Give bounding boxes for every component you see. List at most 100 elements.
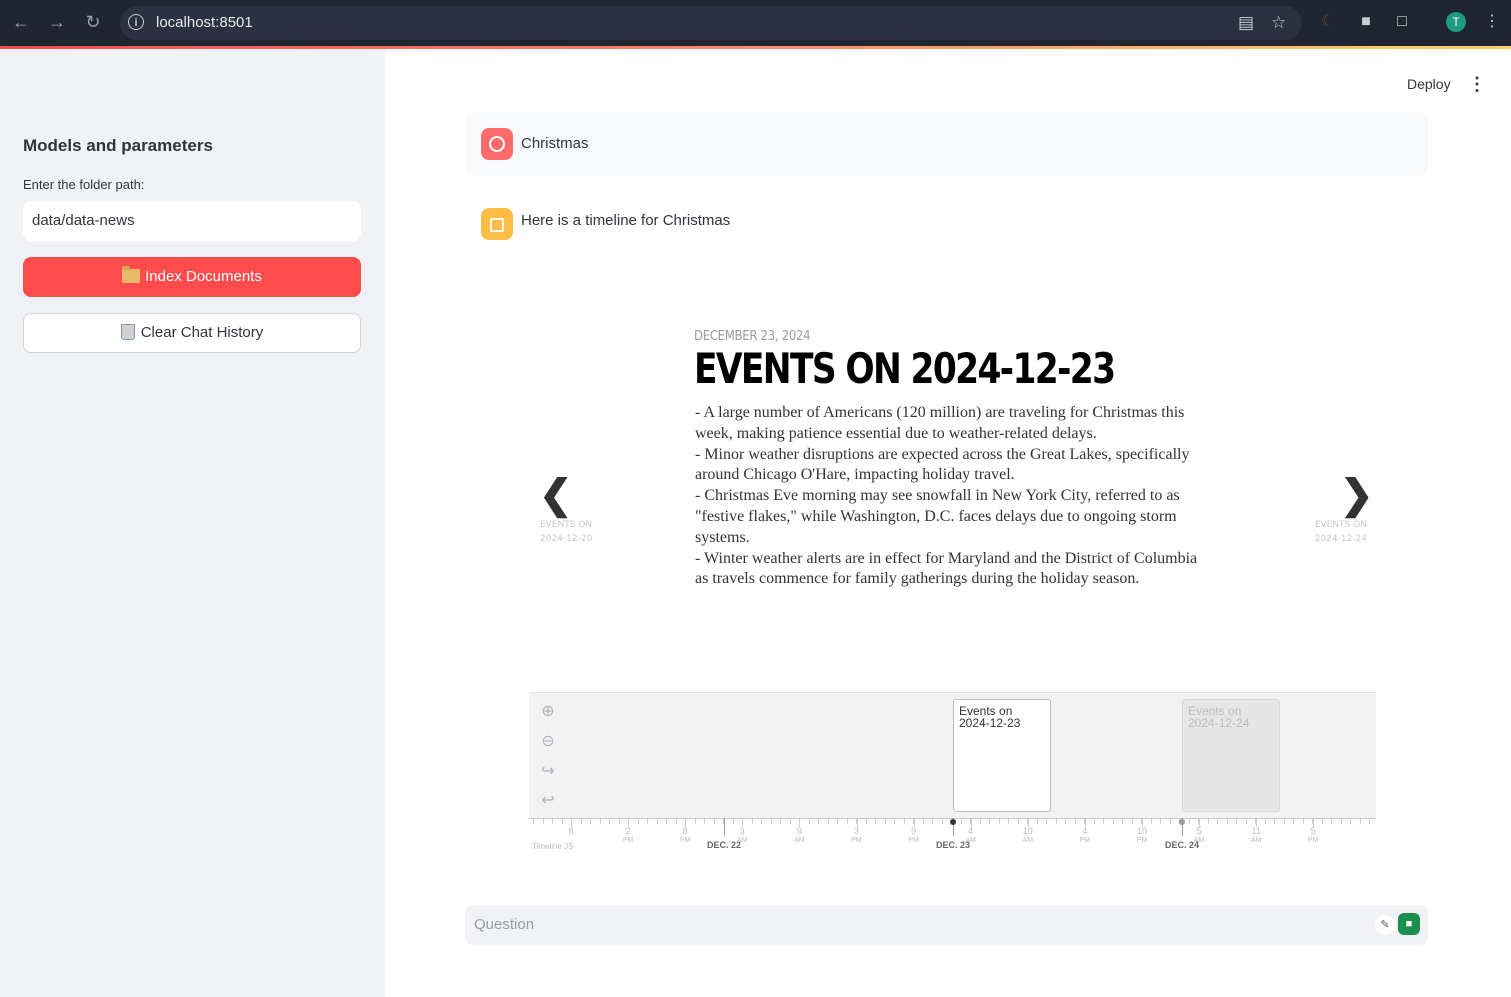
- axis-minor-tick: [1122, 818, 1123, 824]
- extension-moon-icon[interactable]: ☾: [1318, 12, 1338, 32]
- deploy-button[interactable]: Deploy: [1407, 76, 1451, 92]
- axis-minor-tick: [1074, 818, 1076, 824]
- reload-icon[interactable]: ↻: [81, 10, 105, 34]
- axis-tick-number: 10: [1136, 826, 1147, 836]
- folder-path-input[interactable]: data/data-news: [23, 201, 361, 241]
- zoom-in-icon[interactable]: ⊕: [538, 702, 558, 722]
- axis-minor-tick: [552, 818, 553, 824]
- axis-minor-tick: [1017, 818, 1019, 824]
- axis-minor-tick: [1046, 818, 1047, 824]
- axis-minor-tick: [932, 818, 933, 824]
- clear-chat-history-button[interactable]: Clear Chat History: [23, 313, 361, 353]
- bot-send-icon[interactable]: ■: [1398, 913, 1420, 935]
- sidebar-title: Models and parameters: [23, 136, 213, 155]
- axis-minor-tick: [941, 818, 943, 824]
- slide-body-item: - Winter weather alerts are in effect fo…: [695, 549, 1198, 588]
- axis-tick-label: 4 PM: [1075, 827, 1095, 845]
- axis-tick-number: 8: [682, 826, 688, 836]
- axis-day-label: DEC. 22: [706, 840, 741, 850]
- axis-tick-number: 8: [568, 826, 574, 836]
- axis-minor-tick: [1036, 818, 1038, 824]
- axis-tick-label: 10 PM: [1132, 827, 1152, 845]
- axis-minor-tick: [561, 818, 563, 824]
- forward-icon[interactable]: →: [45, 10, 69, 34]
- axis-tick-ampm: PM: [908, 837, 919, 844]
- timeline-axis: Timeline JS 8 2 PM 8 PM 3 AM 9 AM 3 PM 9 PM 4 AM 10 AM 4 P…: [529, 818, 1376, 850]
- axis-minor-tick: [894, 818, 895, 824]
- axis-tick-label: 10 AM: [1018, 827, 1038, 845]
- next-slide-icon[interactable]: ❯: [1340, 472, 1374, 518]
- profile-avatar[interactable]: T: [1446, 12, 1466, 32]
- axis-minor-tick: [865, 818, 867, 824]
- axis-tick-number: 10: [1022, 826, 1033, 836]
- axis-tick-ampm: AM: [794, 837, 805, 844]
- extension-icon[interactable]: ■: [1356, 12, 1376, 32]
- main-menu-icon[interactable]: ⋮: [1468, 74, 1486, 95]
- axis-tick-number: 9: [796, 826, 802, 836]
- index-documents-button[interactable]: Index Documents: [23, 257, 361, 297]
- axis-tick-label: 11 AM: [1246, 827, 1266, 845]
- axis-minor-tick: [666, 818, 667, 824]
- axis-tick-label: 5 PM: [1303, 827, 1323, 845]
- back-arrow-icon[interactable]: ↩: [538, 791, 558, 811]
- axis-minor-tick: [1008, 818, 1009, 824]
- axis-minor-tick: [656, 818, 658, 824]
- axis-tick-ampm: PM: [679, 837, 691, 844]
- axis-minor-tick: [1274, 818, 1275, 824]
- slide-body-item: - Christmas Eve morning may see snowfall…: [695, 487, 1180, 546]
- translate-icon[interactable]: ▤: [1238, 13, 1254, 33]
- assistant-message-text: Here is a timeline for Christmas: [521, 212, 731, 229]
- timeline-marker-active[interactable]: Events on 2024-12-23: [953, 699, 1051, 812]
- back-icon[interactable]: ←: [9, 10, 33, 34]
- axis-minor-tick: [1245, 818, 1247, 824]
- axis-tick-number: 5: [1196, 826, 1202, 836]
- axis-minor-tick: [1226, 818, 1228, 824]
- axis-tick-label: 9 AM: [789, 827, 809, 845]
- site-info-icon[interactable]: i: [128, 14, 144, 30]
- bookmark-star-icon[interactable]: ☆: [1271, 13, 1286, 33]
- slide-body-item: - A large number of Americans (120 milli…: [695, 404, 1185, 442]
- next-slide-label[interactable]: EVENTS ON 2024-12-24: [1287, 518, 1367, 546]
- address-bar[interactable]: i localhost:8501 ▤ ☆: [120, 6, 1302, 40]
- trash-icon: [120, 324, 135, 340]
- clear-chat-history-label: Clear Chat History: [140, 324, 264, 341]
- slide-date: DECEMBER 23, 2024: [694, 329, 811, 344]
- axis-tick-ampm: AM: [1250, 837, 1262, 844]
- axis-tick-label: 3 PM: [847, 827, 867, 845]
- axis-tick-ampm: PM: [622, 837, 634, 844]
- axis-tick-number: 3: [739, 826, 745, 836]
- axis-tick-number: 4: [1082, 826, 1088, 836]
- zoom-out-icon[interactable]: ⊖: [538, 732, 558, 752]
- previous-slide-label[interactable]: EVENTS ON 2024-12-20: [540, 518, 620, 546]
- timeline-navigator[interactable]: ⊕ ⊖ ↪ ↩ Events on 2024-12-23 Events on 2…: [529, 692, 1376, 819]
- axis-minor-tick: [647, 818, 648, 824]
- axis-minor-tick: [590, 818, 591, 824]
- axis-minor-tick: [1321, 818, 1323, 824]
- axis-minor-tick: [732, 818, 734, 824]
- assistant-avatar-icon: [481, 208, 513, 240]
- axis-minor-tick: [1169, 818, 1171, 824]
- axis-minor-tick: [1112, 818, 1114, 824]
- axis-minor-tick: [808, 818, 810, 824]
- browser-menu-icon[interactable]: ⋮: [1482, 12, 1502, 32]
- timeline-scale-note: Timeline JS: [532, 842, 574, 850]
- edit-icon[interactable]: ✎: [1375, 915, 1395, 935]
- timeline-marker[interactable]: Events on 2024-12-24: [1182, 699, 1280, 812]
- question-placeholder: Question: [474, 916, 535, 933]
- axis-minor-tick: [818, 818, 819, 824]
- axis-minor-tick: [1331, 818, 1332, 824]
- question-input[interactable]: Question: [465, 905, 1428, 945]
- axis-minor-tick: [713, 818, 715, 824]
- axis-minor-tick: [1131, 818, 1133, 824]
- index-documents-label: Index Documents: [145, 268, 262, 285]
- forward-arrow-icon[interactable]: ↪: [538, 762, 558, 782]
- extensions-puzzle-icon[interactable]: □: [1392, 12, 1412, 32]
- axis-minor-tick: [979, 818, 981, 824]
- previous-slide-icon[interactable]: ❮: [539, 472, 573, 518]
- axis-minor-tick: [751, 818, 753, 824]
- axis-minor-tick: [1103, 818, 1104, 824]
- folder-icon: [122, 266, 141, 283]
- axis-minor-tick: [922, 818, 924, 824]
- axis-minor-tick: [761, 818, 762, 824]
- url-text[interactable]: localhost:8501: [156, 14, 253, 31]
